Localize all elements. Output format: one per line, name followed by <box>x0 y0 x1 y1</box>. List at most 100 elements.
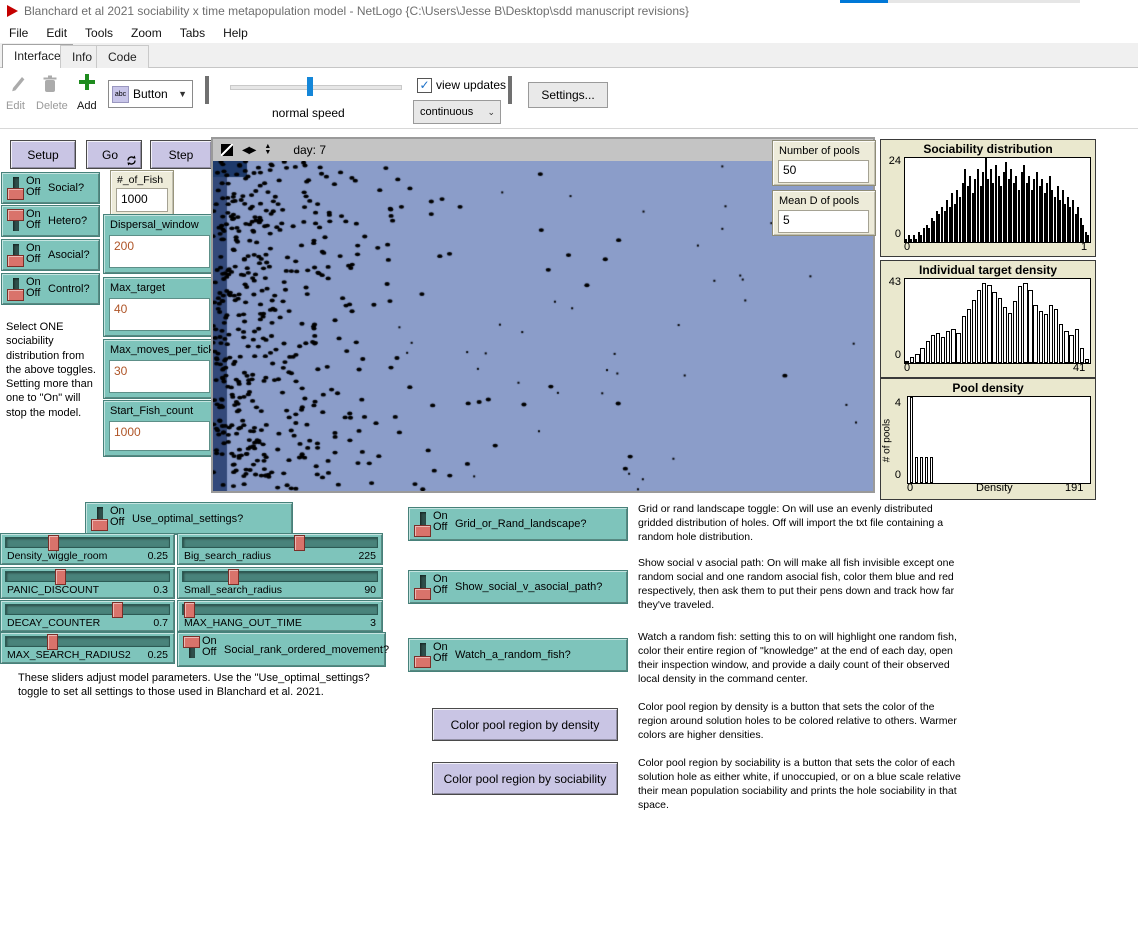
input-max-moves-per-tick[interactable]: Max_moves_per_tick 30 <box>103 339 216 399</box>
input-label: #_of_Fish <box>117 174 163 186</box>
speed-slider-track[interactable] <box>230 85 402 90</box>
day-counter: day: 7 <box>293 143 326 157</box>
input-field[interactable]: 30 <box>109 360 210 393</box>
slider-label: DECAY_COUNTER <box>7 617 100 629</box>
switch-handle[interactable] <box>91 519 108 531</box>
slider-max-hang-out-time[interactable]: MAX_HANG_OUT_TIME 3 <box>177 600 383 632</box>
plot-title: Pool density <box>881 381 1095 395</box>
slider-thumb[interactable] <box>55 569 66 585</box>
monitor-mean-d-of-pools: Mean D of pools 5 <box>772 190 876 236</box>
slider-thumb[interactable] <box>294 535 305 551</box>
slider-thumb[interactable] <box>47 634 58 650</box>
settings-button[interactable]: Settings... <box>528 82 608 108</box>
input-field[interactable]: 1000 <box>109 421 210 451</box>
step-button[interactable]: Step <box>150 140 212 169</box>
switch-handle[interactable] <box>414 656 431 668</box>
grid-landscape-description: Grid or rand landscape toggle: On will u… <box>638 503 966 545</box>
delete-tool-label[interactable]: Delete <box>36 100 68 112</box>
color-sociability-description: Color pool region by sociability is a bu… <box>638 757 966 812</box>
menu-help[interactable]: Help <box>214 26 257 40</box>
switch-use-optimal-settings[interactable]: On Off Use_optimal_settings? <box>85 502 293 535</box>
slider-density-wiggle-room[interactable]: Density_wiggle_room 0.25 <box>0 533 175 565</box>
menu-edit[interactable]: Edit <box>37 26 76 40</box>
update-mode-select[interactable]: continuous ⌄ <box>413 100 501 124</box>
input-field[interactable]: 1000 <box>116 188 168 212</box>
slider-max-search-radius2[interactable]: MAX_SEARCH_RADIUS2 0.25 <box>0 632 175 664</box>
tab-code[interactable]: Code <box>96 45 149 70</box>
show-path-description: Show social v asocial path: On will make… <box>638 557 966 612</box>
monitor-value: 5 <box>778 210 869 233</box>
go-button[interactable]: Go <box>86 140 142 169</box>
slider-track <box>182 604 378 615</box>
slider-decay-counter[interactable]: DECAY_COUNTER 0.7 <box>0 600 175 632</box>
switch-handle[interactable] <box>7 289 24 301</box>
input-dispersal-window[interactable]: Dispersal_window 200 <box>103 214 216 274</box>
input-max-target[interactable]: Max_target 40 <box>103 277 216 337</box>
sliders-note: These sliders adjust model parameters. U… <box>18 671 400 700</box>
slider-thumb[interactable] <box>184 602 195 618</box>
top-accent-bar <box>840 0 888 3</box>
switch-name: Grid_or_Rand_landscape? <box>455 518 586 530</box>
setup-button[interactable]: Setup <box>10 140 76 169</box>
input-label: Start_Fish_count <box>110 405 193 417</box>
view-updates-checkbox[interactable]: ✓ <box>417 78 432 93</box>
slider-label: MAX_SEARCH_RADIUS2 <box>7 649 131 661</box>
switch-name: Use_optimal_settings? <box>132 513 243 525</box>
plot-title: Individual target density <box>881 263 1095 277</box>
widget-abc-icon: abc <box>112 86 129 103</box>
monitor-label: Number of pools <box>779 145 860 157</box>
switch-hetero[interactable]: On Off Hetero? <box>1 205 100 237</box>
switch-social[interactable]: On Off Social? <box>1 172 100 204</box>
color-density-description: Color pool region by density is a button… <box>638 701 966 743</box>
monitor-number-of-pools: Number of pools 50 <box>772 140 876 186</box>
view-resize-icon[interactable] <box>221 144 233 156</box>
speed-slider-thumb[interactable] <box>307 77 313 96</box>
forever-icon <box>126 155 137 166</box>
add-tool-label[interactable]: Add <box>77 100 97 112</box>
switch-handle[interactable] <box>414 588 431 600</box>
x-axis-max: 1 <box>1081 241 1087 253</box>
switch-grid-or-rand-landscape[interactable]: On Off Grid_or_Rand_landscape? <box>408 507 628 541</box>
color-pool-by-sociability-button[interactable]: Color pool region by sociability <box>432 762 618 795</box>
slider-value: 225 <box>358 550 376 562</box>
input-field[interactable]: 40 <box>109 298 210 331</box>
menu-zoom[interactable]: Zoom <box>122 26 171 40</box>
edit-tool-label[interactable]: Edit <box>6 100 25 112</box>
edit-pencil-icon[interactable] <box>10 74 26 94</box>
slider-big-search-radius[interactable]: Big_search_radius 225 <box>177 533 383 565</box>
switch-handle[interactable] <box>183 636 200 648</box>
input-field[interactable]: 200 <box>109 235 210 268</box>
input-number-of-fish[interactable]: #_of_Fish 1000 <box>110 170 174 217</box>
switch-name: Asocial? <box>48 249 90 261</box>
switch-watch-a-random-fish[interactable]: On Off Watch_a_random_fish? <box>408 638 628 672</box>
menu-tabs[interactable]: Tabs <box>171 26 214 40</box>
y-axis-max: 24 <box>883 155 901 167</box>
slider-panic-discount[interactable]: PANIC_DISCOUNT 0.3 <box>0 567 175 599</box>
add-plus-icon[interactable] <box>78 73 96 91</box>
vertical-arrows-icon[interactable]: ▲▼ <box>264 144 271 156</box>
delete-trash-icon[interactable] <box>42 74 58 94</box>
input-label: Max_moves_per_tick <box>110 344 214 356</box>
switch-show-social-v-asocial-path[interactable]: On Off Show_social_v_asocial_path? <box>408 570 628 604</box>
color-pool-by-density-button[interactable]: Color pool region by density <box>432 708 618 741</box>
slider-small-search-radius[interactable]: Small_search_radius 90 <box>177 567 383 599</box>
switch-off-label: Off <box>26 287 40 299</box>
toolbar-separator <box>508 76 512 104</box>
switch-handle[interactable] <box>7 209 24 221</box>
horizontal-arrows-icon[interactable]: ◀▶ <box>242 145 255 156</box>
switch-handle[interactable] <box>7 255 24 267</box>
y-axis-label: # of pools <box>882 411 893 471</box>
menu-tools[interactable]: Tools <box>76 26 122 40</box>
slider-thumb[interactable] <box>48 535 59 551</box>
slider-thumb[interactable] <box>228 569 239 585</box>
switch-control[interactable]: On Off Control? <box>1 273 100 305</box>
switch-handle[interactable] <box>414 525 431 537</box>
input-start-fish-count[interactable]: Start_Fish_count 1000 <box>103 400 216 457</box>
x-axis-max: 41 <box>1073 362 1085 374</box>
widget-type-dropdown[interactable]: abc Button ▼ <box>108 80 193 108</box>
switch-social-rank-ordered-movement[interactable]: On Off Social_rank_ordered_movement? <box>177 632 386 667</box>
switch-asocial[interactable]: On Off Asocial? <box>1 239 100 271</box>
menu-file[interactable]: File <box>0 26 37 40</box>
slider-thumb[interactable] <box>112 602 123 618</box>
switch-handle[interactable] <box>7 188 24 200</box>
